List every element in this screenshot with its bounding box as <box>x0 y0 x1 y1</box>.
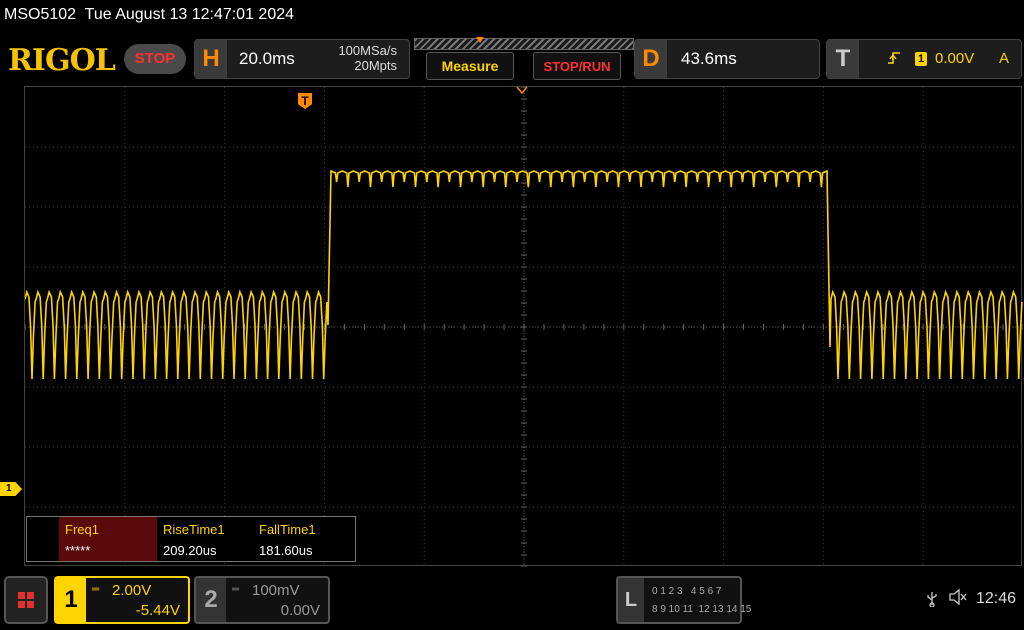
measure-button[interactable]: Measure <box>426 52 514 80</box>
ch2-scale: 100mV <box>252 582 300 599</box>
ch1-scale: 2.00V <box>112 582 152 599</box>
datetime: Tue August 13 12:47:01 2024 <box>84 6 295 23</box>
horizontal-letter: H <box>195 40 227 78</box>
measurement-freq[interactable]: Freq1 ***** <box>59 517 157 561</box>
speaker-muted-icon[interactable] <box>948 588 968 611</box>
acquisition-info: 100MSa/s 20Mpts <box>338 43 397 73</box>
stop-run-button[interactable]: STOP/RUN <box>533 52 621 80</box>
memory-depth: 20Mpts <box>354 58 397 73</box>
delay-letter: D <box>635 40 667 78</box>
memory-position-marker <box>476 37 484 43</box>
measurement-value: 181.60us <box>259 543 313 558</box>
ch1-waveform-trace <box>24 169 1023 380</box>
memory-overview-bar <box>414 38 634 50</box>
logic-letter: L <box>618 578 644 622</box>
ch1-offset: -5.44V <box>135 602 180 619</box>
trigger-panel[interactable]: T 1 0.00V A <box>826 39 1022 79</box>
model-name: MSO5102 <box>4 6 77 23</box>
channel-2-panel[interactable]: 2 ═ 100mV 0.00V <box>194 576 330 624</box>
top-toolbar: RIGOL STOP H 20.0ms 100MSa/s 20Mpts Meas… <box>0 36 1024 82</box>
trigger-letter: T <box>827 40 859 78</box>
waveform-grid[interactable] <box>24 86 1024 568</box>
timebase-value: 20.0ms <box>239 49 295 68</box>
measurement-label: FallTime1 <box>259 522 316 537</box>
measurement-label: Freq1 <box>65 522 99 537</box>
usb-icon <box>926 591 938 611</box>
dc-coupling-icon: ═ <box>92 584 99 595</box>
delay-value: 43.6ms <box>681 49 737 68</box>
bottom-toolbar: 1 ═ 2.00V -5.44V 2 ═ 100mV 0.00V L 0 1 2… <box>0 570 1024 630</box>
ch1-level-marker[interactable]: 1 <box>0 482 22 496</box>
navigation-menu-button[interactable] <box>4 576 48 624</box>
ch1-number: 1 <box>56 578 86 622</box>
ch2-number: 2 <box>196 578 226 622</box>
horizontal-panel[interactable]: H 20.0ms 100MSa/s 20Mpts <box>194 39 410 79</box>
waveform-display <box>24 86 1024 568</box>
logic-channels-low: 0 1 2 3 4 5 6 7 <box>652 586 722 597</box>
center-marker-icon <box>516 86 528 94</box>
measurement-results: Freq1 ***** RiseTime1 209.20us FallTime1… <box>26 516 356 562</box>
delay-panel[interactable]: D 43.6ms <box>634 39 820 79</box>
measurement-risetime[interactable]: RiseTime1 209.20us <box>157 517 253 561</box>
trigger-source: 1 <box>915 52 927 66</box>
trigger-level: 0.00V <box>935 50 975 67</box>
run-state-button[interactable]: STOP <box>124 44 186 74</box>
trigger-mode: A <box>999 50 1010 67</box>
title-line: MSO5102 Tue August 13 12:47:01 2024 <box>4 6 294 24</box>
logic-channels-high: 8 9 10 11 12 13 14 15 <box>652 604 752 615</box>
measurement-falltime[interactable]: FallTime1 181.60us <box>253 517 353 561</box>
measurement-value: 209.20us <box>163 543 217 558</box>
rising-edge-icon <box>887 50 901 69</box>
measurement-value: ***** <box>65 543 91 558</box>
sample-rate: 100MSa/s <box>338 43 397 58</box>
measurement-label: RiseTime1 <box>163 522 225 537</box>
ch2-offset: 0.00V <box>280 602 320 619</box>
system-clock: 12:46 <box>976 590 1017 607</box>
rigol-logo: RIGOL <box>8 43 116 78</box>
channel-1-panel[interactable]: 1 ═ 2.00V -5.44V <box>54 576 190 624</box>
logic-analyzer-panel[interactable]: L 0 1 2 3 4 5 6 7 8 9 10 11 12 13 14 15 <box>616 576 751 624</box>
dc-coupling-icon: ═ <box>232 584 239 595</box>
